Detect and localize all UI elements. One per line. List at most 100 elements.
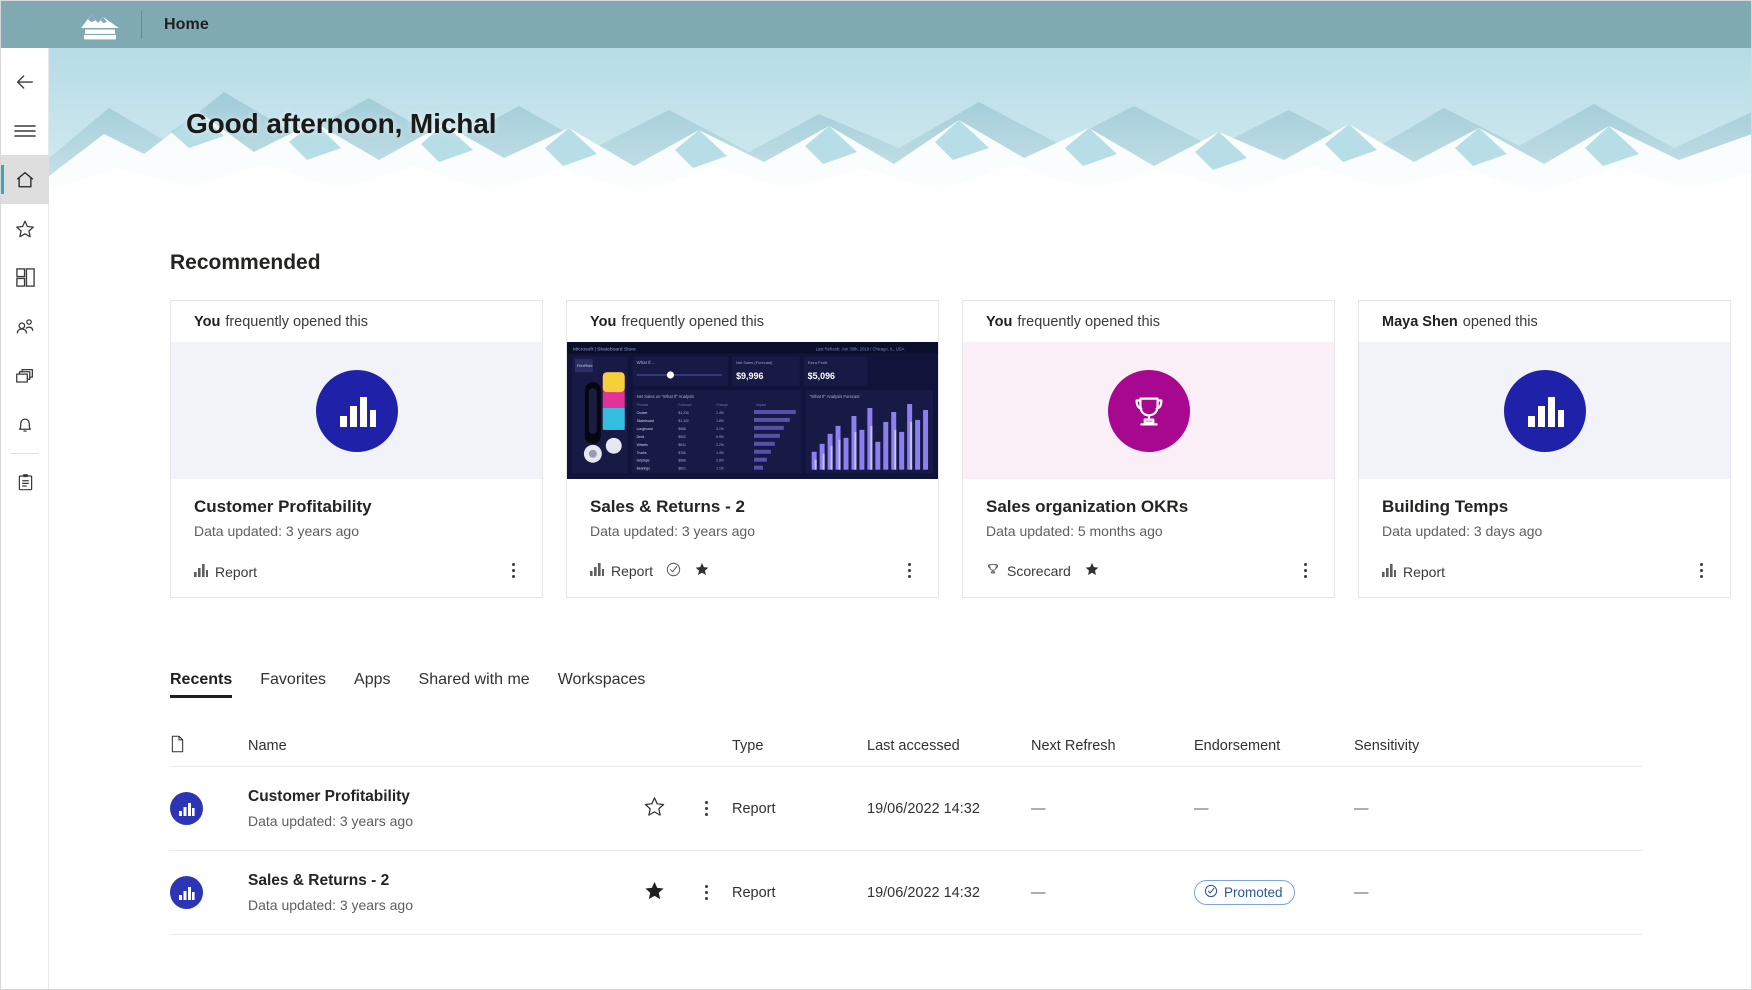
endorsement-badge: Promoted bbox=[1194, 880, 1295, 905]
column-header-sensitivity[interactable]: Sensitivity bbox=[1354, 738, 1514, 754]
card-body: Building Temps Data updated: 3 days ago bbox=[1359, 479, 1730, 597]
star-icon bbox=[14, 218, 36, 240]
report-preview-image: Microsoft | Skateboard Store Last Refres… bbox=[567, 342, 938, 479]
sidebar-divider bbox=[11, 453, 39, 454]
card-type: Report bbox=[590, 562, 653, 579]
card-more-options-button[interactable] bbox=[896, 555, 922, 585]
alpine-ski-house-logo-icon bbox=[77, 10, 123, 40]
recommended-card[interactable]: You frequently opened this Microsoft | S… bbox=[566, 300, 939, 598]
row-type: Report bbox=[732, 884, 776, 901]
svg-text:1.1%: 1.1% bbox=[716, 467, 724, 471]
table-row[interactable]: Sales & Returns - 2 Data updated: 3 year… bbox=[170, 851, 1643, 935]
svg-text:1.4%: 1.4% bbox=[716, 451, 724, 455]
bar-chart-icon bbox=[590, 562, 604, 579]
column-header-icon[interactable] bbox=[170, 735, 248, 757]
svg-text:2.8%: 2.8% bbox=[716, 459, 724, 463]
arrow-left-icon bbox=[14, 71, 36, 93]
more-vertical-icon bbox=[907, 562, 911, 578]
card-type-label: Scorecard bbox=[1007, 562, 1071, 579]
card-action: frequently opened this bbox=[225, 313, 368, 330]
svg-text:Net Sales (Forecast): Net Sales (Forecast) bbox=[736, 360, 773, 365]
sidebar-item-workspaces[interactable] bbox=[1, 351, 49, 400]
header-divider bbox=[141, 10, 142, 39]
svg-text:Deck: Deck bbox=[637, 435, 645, 439]
svg-text:Wheels: Wheels bbox=[637, 443, 649, 447]
row-type-icon bbox=[170, 792, 248, 825]
column-header-endorsement[interactable]: Endorsement bbox=[1194, 738, 1354, 754]
report-badge-icon bbox=[1503, 369, 1586, 452]
card-more-options-button[interactable] bbox=[500, 555, 526, 585]
row-name-cell: Sales & Returns - 2 Data updated: 3 year… bbox=[248, 872, 628, 913]
card-thumbnail bbox=[1359, 342, 1730, 479]
sidebar-item-favorites[interactable] bbox=[1, 204, 49, 253]
row-favorite-button[interactable] bbox=[628, 879, 680, 906]
clipboard-icon bbox=[15, 472, 36, 493]
row-type-icon bbox=[170, 876, 248, 909]
card-body: Sales & Returns - 2 Data updated: 3 year… bbox=[567, 479, 938, 597]
card-subtitle: Data updated: 3 years ago bbox=[590, 523, 756, 539]
tab-favorites[interactable]: Favorites bbox=[246, 671, 340, 698]
svg-text:$9,996: $9,996 bbox=[736, 371, 763, 381]
card-title: Sales organization OKRs bbox=[986, 497, 1189, 516]
recommended-card[interactable]: You frequently opened this Customer Prof… bbox=[170, 300, 543, 598]
svg-text:Microsoft | Skateboard Store: Microsoft | Skateboard Store bbox=[573, 346, 636, 352]
recommended-card[interactable]: You frequently opened this Sales organiz… bbox=[962, 300, 1335, 598]
row-more-options-button[interactable] bbox=[680, 885, 732, 900]
sidebar-item-metrics[interactable] bbox=[1, 458, 49, 507]
svg-text:$5,096: $5,096 bbox=[808, 371, 835, 381]
promoted-check-icon bbox=[1204, 884, 1218, 901]
more-vertical-icon bbox=[704, 885, 708, 900]
sidebar-item-home[interactable] bbox=[1, 155, 49, 204]
brand-logo[interactable]: ALPINE SKI HOUSE bbox=[77, 10, 123, 40]
card-type: Report bbox=[194, 564, 257, 580]
recommended-card[interactable]: Maya Shen opened this Building Temps Dat… bbox=[1358, 300, 1731, 598]
row-subtitle: Data updated: 3 years ago bbox=[248, 897, 414, 913]
svg-text:Bearings: Bearings bbox=[637, 467, 651, 471]
recents-table: Name Type Last accessed Next Refresh End… bbox=[170, 725, 1643, 935]
card-actor: You bbox=[194, 313, 221, 330]
sidebar-nav bbox=[1, 48, 49, 989]
bar-chart-icon bbox=[194, 564, 208, 580]
row-more-options-button[interactable] bbox=[680, 801, 732, 816]
home-icon bbox=[14, 169, 36, 191]
sidebar-item-apps[interactable] bbox=[1, 253, 49, 302]
card-action: frequently opened this bbox=[621, 313, 764, 330]
svg-text:$988: $988 bbox=[678, 427, 686, 431]
tab-apps[interactable]: Apps bbox=[340, 671, 404, 698]
tab-shared-with-me[interactable]: Shared with me bbox=[405, 671, 544, 698]
card-more-options-button[interactable] bbox=[1292, 555, 1318, 585]
svg-text:$688: $688 bbox=[678, 459, 686, 463]
favorite-star-icon[interactable] bbox=[694, 561, 710, 580]
favorite-star-icon[interactable] bbox=[1084, 561, 1100, 580]
card-activity: You frequently opened this bbox=[567, 301, 938, 342]
star-outline-icon bbox=[643, 795, 666, 822]
tab-workspaces[interactable]: Workspaces bbox=[544, 671, 660, 698]
sidebar-item-notifications[interactable] bbox=[1, 400, 49, 449]
row-title: Customer Profitability bbox=[248, 788, 410, 805]
hamburger-icon bbox=[14, 123, 36, 139]
table-row[interactable]: Customer Profitability Data updated: 3 y… bbox=[170, 767, 1643, 851]
sidebar-item-shared-with-me[interactable] bbox=[1, 302, 49, 351]
sidebar-item-back[interactable] bbox=[1, 57, 49, 106]
greeting-text: Good afternoon, Michal bbox=[186, 108, 497, 139]
svg-text:Change: Change bbox=[716, 403, 728, 407]
card-activity: You frequently opened this bbox=[963, 301, 1334, 342]
column-header-name[interactable]: Name bbox=[248, 738, 628, 754]
bell-icon bbox=[14, 414, 36, 436]
row-endorsement: — bbox=[1194, 800, 1209, 817]
sidebar-item-menu[interactable] bbox=[1, 106, 49, 155]
svg-text:Skateboard: Skateboard bbox=[637, 419, 654, 423]
row-type: Report bbox=[732, 800, 776, 817]
column-header-last-accessed[interactable]: Last accessed bbox=[867, 738, 1031, 754]
card-actor: You bbox=[986, 313, 1013, 330]
svg-text:"What If" Analysis Forecast: "What If" Analysis Forecast bbox=[810, 394, 861, 399]
column-header-next-refresh[interactable]: Next Refresh bbox=[1031, 738, 1194, 754]
svg-text:Cruiser: Cruiser bbox=[637, 411, 649, 415]
svg-text:2.2%: 2.2% bbox=[716, 443, 724, 447]
column-header-type[interactable]: Type bbox=[732, 738, 867, 754]
tab-recents[interactable]: Recents bbox=[170, 671, 246, 698]
row-favorite-button[interactable] bbox=[628, 795, 680, 822]
card-more-options-button[interactable] bbox=[1688, 555, 1714, 585]
report-badge-icon bbox=[315, 369, 398, 452]
more-vertical-icon bbox=[704, 801, 708, 816]
